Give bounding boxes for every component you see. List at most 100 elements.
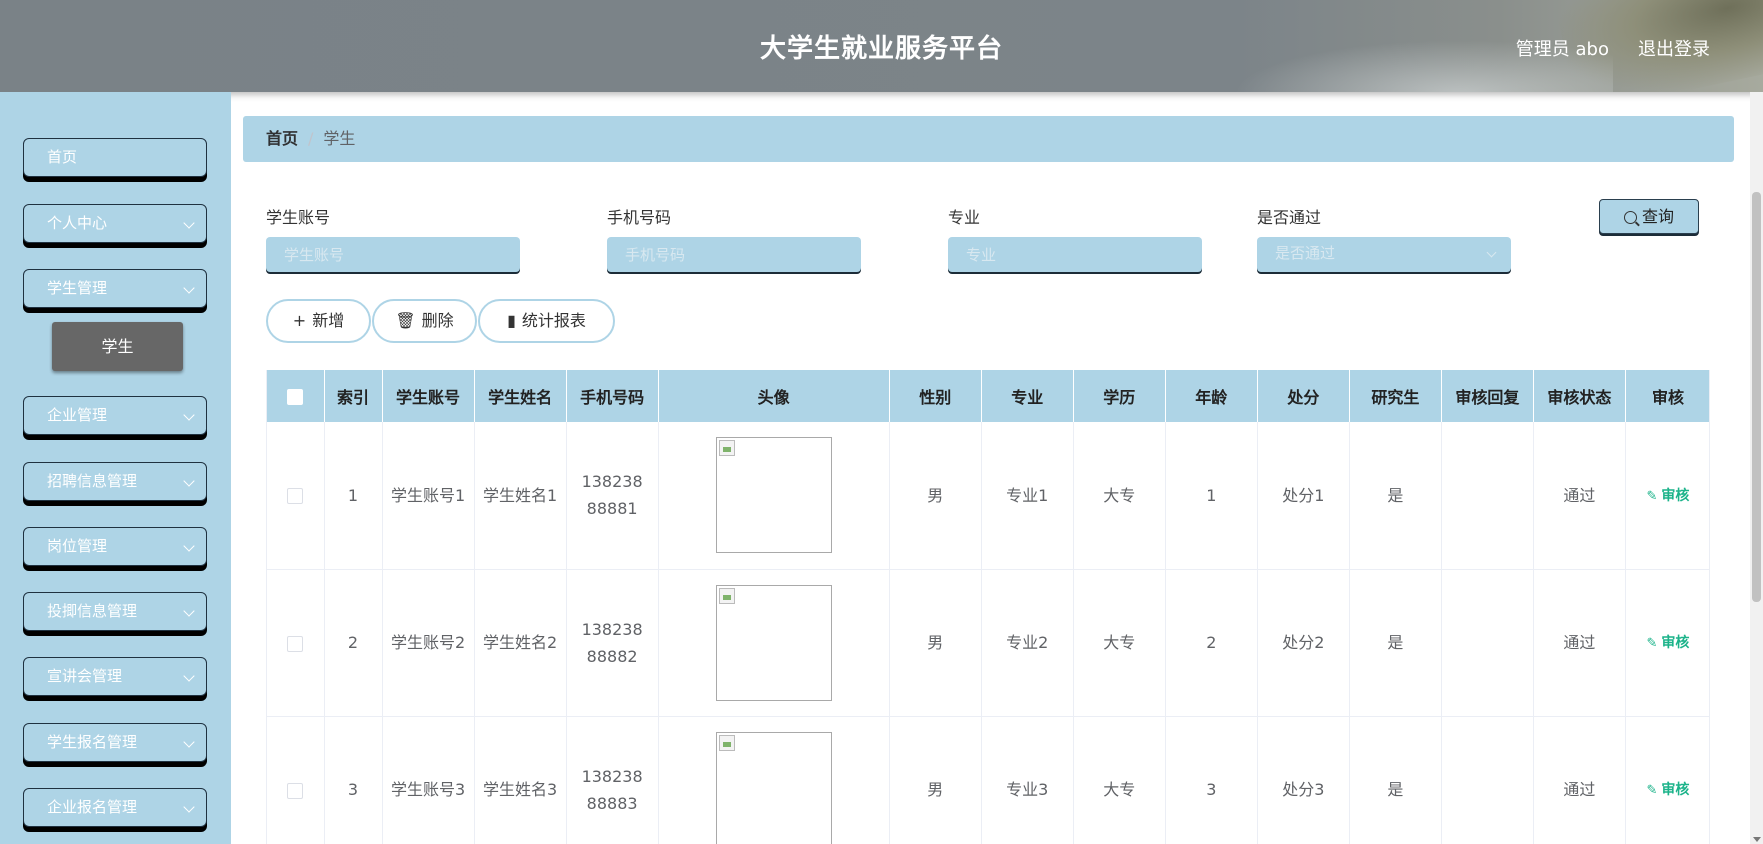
plus-icon: + bbox=[292, 311, 307, 330]
cell-age: 3 bbox=[1165, 716, 1258, 844]
cell-account: 学生账号3 bbox=[382, 716, 475, 844]
cell-gender: 男 bbox=[889, 422, 982, 570]
chevron-down-icon bbox=[183, 409, 195, 421]
sidebar-item-label: 招聘信息管理 bbox=[47, 472, 138, 490]
cell-education: 大专 bbox=[1073, 569, 1166, 717]
add-button[interactable]: + 新增 bbox=[266, 299, 371, 343]
row-checkbox[interactable] bbox=[287, 782, 304, 799]
scrollbar-thumb[interactable] bbox=[1752, 192, 1761, 602]
cell-avatar bbox=[658, 569, 890, 717]
major-search-input[interactable] bbox=[948, 237, 1202, 272]
report-button-label: 统计报表 bbox=[521, 311, 586, 330]
cell-audit-reply bbox=[1441, 422, 1534, 570]
column-header: 处分 bbox=[1257, 370, 1350, 422]
cell-punishment: 处分2 bbox=[1257, 569, 1350, 717]
breadcrumb-home[interactable]: 首页 bbox=[266, 129, 298, 148]
column-header: 审核回复 bbox=[1441, 370, 1534, 422]
account-label: 学生账号 bbox=[266, 208, 331, 227]
sidebar-item-label: 学生报名管理 bbox=[47, 733, 138, 751]
sidebar-item-home[interactable]: 首页 bbox=[23, 138, 207, 177]
cell-punishment: 处分3 bbox=[1257, 716, 1350, 844]
cell-major: 专业1 bbox=[981, 422, 1074, 570]
sidebar-item-delivery-management[interactable]: 投揤信息管理 bbox=[23, 592, 207, 631]
audit-link[interactable]: ✎ 审核 bbox=[1647, 635, 1690, 651]
sidebar-item-student-signup-management[interactable]: 学生报名管理 bbox=[23, 723, 207, 762]
audit-link[interactable]: ✎ 审核 bbox=[1647, 488, 1690, 504]
chevron-down-icon bbox=[183, 540, 195, 552]
cell-phone: 13823888881 bbox=[566, 422, 659, 570]
cell-index: 2 bbox=[324, 569, 383, 717]
account-search-input[interactable] bbox=[266, 237, 520, 272]
cell-phone: 13823888882 bbox=[566, 569, 659, 717]
header-select-all[interactable] bbox=[267, 370, 325, 422]
sidebar-item-recruitment-management[interactable]: 招聘信息管理 bbox=[23, 462, 207, 501]
sidebar-item-label: 首页 bbox=[47, 148, 78, 166]
cell-index: 1 bbox=[324, 422, 383, 570]
column-header: 学历 bbox=[1073, 370, 1166, 422]
cell-age: 1 bbox=[1165, 422, 1258, 570]
cell-graduate: 是 bbox=[1349, 422, 1442, 570]
cell-name: 学生姓名1 bbox=[474, 422, 567, 570]
query-button[interactable]: 查询 bbox=[1599, 199, 1699, 234]
cell-education: 大专 bbox=[1073, 422, 1166, 570]
broken-image-icon bbox=[718, 587, 735, 604]
select-all-checkbox[interactable] bbox=[287, 389, 304, 405]
sidebar-item-label: 学生管理 bbox=[47, 279, 108, 297]
sidebar-subitem-student[interactable]: 学生 bbox=[52, 322, 183, 371]
row-select-cell bbox=[267, 716, 325, 844]
cell-account: 学生账号1 bbox=[382, 422, 475, 570]
chevron-down-icon bbox=[183, 605, 195, 617]
column-header: 专业 bbox=[981, 370, 1074, 422]
phone-label: 手机号码 bbox=[607, 208, 672, 227]
sidebar-item-company-signup-management[interactable]: 企业报名管理 bbox=[23, 788, 207, 827]
edit-icon: ✎ bbox=[1646, 783, 1658, 798]
column-header: 研究生 bbox=[1349, 370, 1442, 422]
query-button-label: 查询 bbox=[1641, 207, 1674, 226]
breadcrumb: 首页 / 学生 bbox=[243, 116, 1734, 162]
bar-chart-icon: ▮ bbox=[507, 311, 516, 330]
table-row: 3 学生账号3 学生姓名3 13823888883 男 专业3 大专 3 处分3… bbox=[267, 716, 1709, 844]
sidebar-item-student-management[interactable]: 学生管理 bbox=[23, 269, 207, 308]
cell-audit-reply bbox=[1441, 569, 1534, 717]
add-button-label: 新增 bbox=[312, 311, 345, 330]
sidebar-item-label: 宣讲会管理 bbox=[47, 667, 123, 685]
delete-button-label: 删除 bbox=[421, 311, 454, 330]
pass-label: 是否通过 bbox=[1257, 208, 1322, 227]
column-header: 性别 bbox=[889, 370, 982, 422]
site-title: 大学生就业服务平台 bbox=[759, 34, 1003, 64]
cell-index: 3 bbox=[324, 716, 383, 844]
scroll-down-arrow-icon[interactable] bbox=[1753, 837, 1761, 842]
chevron-down-icon bbox=[183, 670, 195, 682]
report-button[interactable]: ▮ 统计报表 bbox=[478, 299, 615, 343]
delete-button[interactable]: 🗑 删除 bbox=[372, 299, 477, 343]
row-checkbox[interactable] bbox=[287, 488, 304, 505]
major-label: 专业 bbox=[948, 208, 981, 227]
avatar-image bbox=[715, 731, 832, 844]
top-header: 大学生就业服务平台 管理员 abo 退出登录 bbox=[0, 0, 1763, 92]
sidebar-item-label: 企业管理 bbox=[47, 406, 108, 424]
row-checkbox[interactable] bbox=[287, 635, 304, 652]
pass-select-placeholder: 是否通过 bbox=[1275, 244, 1336, 262]
sidebar-item-company-management[interactable]: 企业管理 bbox=[23, 396, 207, 435]
broken-image-icon bbox=[718, 734, 735, 751]
pass-select[interactable]: 是否通过 bbox=[1257, 237, 1511, 272]
audit-link[interactable]: ✎ 审核 bbox=[1647, 782, 1690, 798]
student-table: 索引 学生账号 学生姓名 手机号码 头像 性别 专业 学历 年龄 处分 研究生 … bbox=[266, 370, 1710, 844]
table-row: 1 学生账号1 学生姓名1 13823888881 男 专业1 大专 1 处分1… bbox=[267, 422, 1709, 570]
sidebar-item-seminar-management[interactable]: 宣讲会管理 bbox=[23, 657, 207, 696]
current-user: 管理员 abo bbox=[1515, 39, 1609, 60]
cell-name: 学生姓名2 bbox=[474, 569, 567, 717]
sidebar-item-position-management[interactable]: 岗位管理 bbox=[23, 527, 207, 566]
cell-account: 学生账号2 bbox=[382, 569, 475, 717]
chevron-down-icon bbox=[183, 282, 195, 294]
column-header: 年龄 bbox=[1165, 370, 1258, 422]
breadcrumb-current: 学生 bbox=[323, 129, 356, 148]
column-header: 手机号码 bbox=[566, 370, 659, 422]
page-scrollbar[interactable] bbox=[1750, 92, 1763, 844]
logout-link[interactable]: 退出登录 bbox=[1638, 35, 1710, 61]
cell-punishment: 处分1 bbox=[1257, 422, 1350, 570]
cell-audit-action: ✎ 审核 bbox=[1625, 422, 1709, 570]
phone-search-input[interactable] bbox=[607, 237, 861, 272]
cell-age: 2 bbox=[1165, 569, 1258, 717]
sidebar-item-personal-center[interactable]: 个人中心 bbox=[23, 204, 207, 243]
